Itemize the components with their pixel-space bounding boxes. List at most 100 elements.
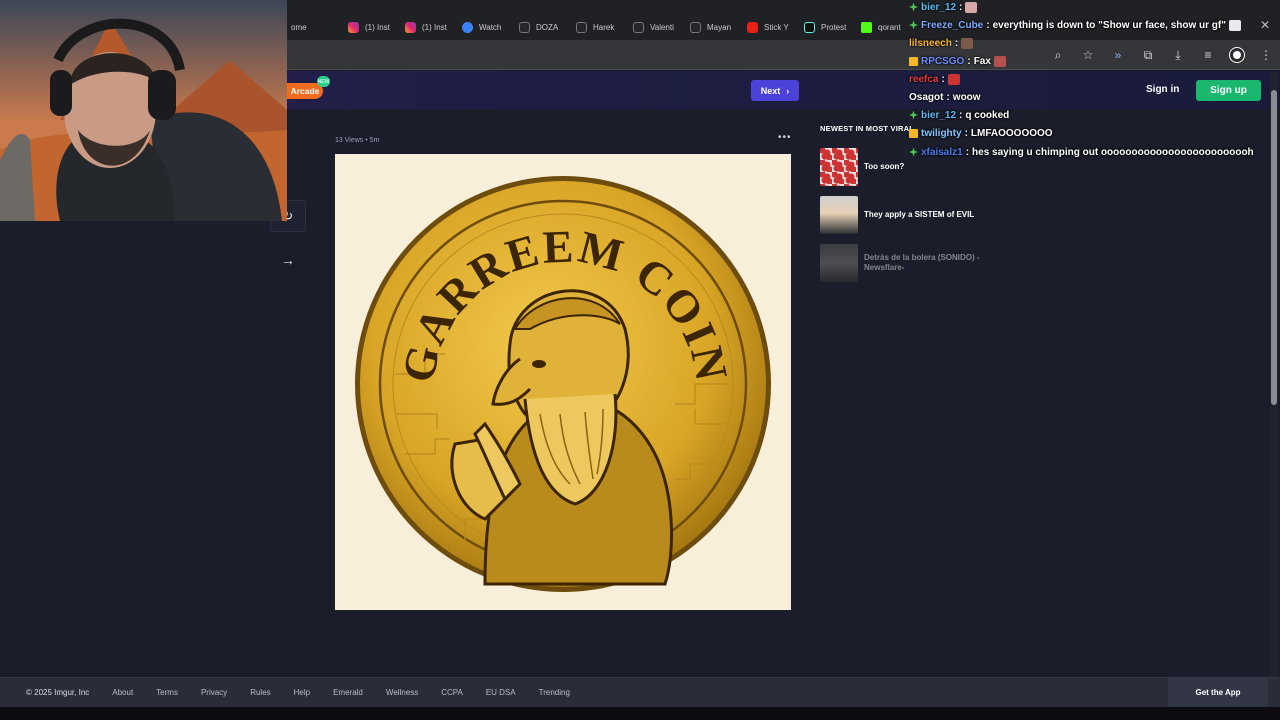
emote-icon (961, 37, 974, 49)
browser-tab[interactable]: Valenti (629, 16, 686, 38)
newest-section-title: NEWEST IN MOST VIRAL (820, 124, 914, 133)
screen: ome (1) Inst (1) Inst Watch DOZA Harek Valenti… (0, 0, 1280, 720)
arcade-button[interactable]: Arcade (287, 83, 323, 99)
browser-tab[interactable]: ome (287, 16, 344, 38)
sparkle-badge-icon (909, 110, 918, 120)
footer-link-emerald[interactable]: Emerald (333, 688, 363, 697)
tiktok-icon (804, 21, 815, 33)
instagram-icon (348, 21, 359, 33)
chat-separator: : (954, 37, 959, 49)
extensions-icon[interactable]: ⧉ (1140, 47, 1156, 63)
thumbnail (820, 196, 858, 234)
browser-tab[interactable]: Protest (800, 16, 857, 38)
chat-message: bier_12: q cooked (909, 108, 1009, 122)
sub-badge-icon (909, 128, 918, 138)
footer-link-ccpa[interactable]: CCPA (441, 688, 463, 697)
chat-username: lilsneech (909, 37, 952, 49)
thumbnail (820, 148, 858, 186)
chat-text: everything is down to "Show ur face, sho… (992, 19, 1226, 31)
arrow-right-icon[interactable]: → (281, 252, 295, 268)
browser-tab[interactable]: DOZA (515, 16, 572, 38)
chat-text: Fax (973, 55, 991, 67)
browser-tab[interactable]: Stick Y (743, 16, 800, 38)
chat-separator: : (965, 146, 970, 158)
tab-label: Harek (593, 22, 615, 32)
tab-label: ome (291, 22, 307, 32)
bookmark-star-icon[interactable]: ☆ (1080, 47, 1096, 63)
footer-copyright: © 2025 Imgur, Inc (26, 688, 90, 697)
chat-separator: : (941, 73, 945, 85)
footer-link-rules[interactable]: Rules (250, 688, 270, 697)
tab-label: Stick Y (764, 22, 789, 32)
footer-link-trending[interactable]: Trending (539, 688, 570, 697)
garreem-coin-illustration: GARREEM COIN (355, 176, 771, 592)
chat-username: bier_12 (921, 109, 957, 121)
tab-label: Valenti (650, 22, 674, 32)
x-icon (633, 21, 644, 33)
viral-item-label: They apply a SISTEM of EVIL (864, 210, 975, 219)
chat-message: lilsneech: (909, 36, 974, 50)
viral-item-sistem[interactable]: They apply a SISTEM of EVIL (820, 195, 1000, 235)
tab-label: Mayan (707, 22, 732, 32)
tab-strip: ome (1) Inst (1) Inst Watch DOZA Harek Valenti… (287, 16, 914, 38)
chat-username: xfaisalz1 (921, 146, 963, 158)
tab-label: qorant (878, 22, 901, 32)
chat-username: bier_12 (921, 1, 957, 13)
menu-kebab-icon[interactable]: ⋮ (1258, 47, 1274, 63)
youtube-icon (747, 21, 758, 33)
chat-username: Freeze_Cube (921, 19, 984, 31)
chat-message: twilighty: LMFAOOOOOOO (909, 126, 1053, 140)
chat-message: xfaisalz1: hes saying u chimping out oooo… (909, 145, 1254, 159)
chat-message: RPCSGO: Fax (909, 54, 1006, 68)
close-window-icon[interactable]: ✕ (1260, 18, 1270, 32)
chat-message: Osagot: woow (909, 90, 981, 104)
streamer-webcam (0, 0, 287, 221)
bottom-edge (0, 707, 1280, 720)
chat-separator: : (986, 19, 990, 31)
toolbar-icons: ⌕ ☆ » ⧉ ⤓ ≡ ⋮ (1050, 47, 1274, 63)
sign-in-link[interactable]: Sign in (1146, 84, 1179, 95)
tab-search-icon[interactable]: ≡ (1200, 47, 1216, 63)
footer-link-about[interactable]: About (112, 688, 133, 697)
more-options-icon[interactable]: ••• (778, 132, 792, 143)
browser-tab[interactable]: (1) Inst (401, 16, 458, 38)
kick-icon (861, 21, 872, 33)
profile-avatar[interactable] (1230, 48, 1244, 62)
emote-icon (993, 55, 1006, 67)
site-footer: © 2025 Imgur, Inc About Terms Privacy Rules… (0, 677, 1280, 707)
next-post-button[interactable]: Next › (751, 80, 799, 101)
footer-link-privacy[interactable]: Privacy (201, 688, 227, 697)
sparkle-badge-icon (909, 147, 918, 157)
tab-label: Watch (479, 22, 502, 32)
search-icon[interactable]: ⌕ (1050, 47, 1066, 63)
footer-link-help[interactable]: Help (294, 688, 310, 697)
footer-link-terms[interactable]: Terms (156, 688, 178, 697)
browser-tab[interactable]: (1) Inst (344, 16, 401, 38)
browser-tab[interactable]: Mayan (686, 16, 743, 38)
post-image[interactable]: GARREEM COIN (335, 154, 791, 610)
viral-item-label: Too soon? (864, 162, 905, 171)
chat-text: q cooked (965, 109, 1010, 121)
sparkle-badge-icon (909, 2, 918, 12)
media-control-icon[interactable]: » (1110, 47, 1126, 63)
browser-tab[interactable]: Watch (458, 16, 515, 38)
chat-separator: : (959, 1, 963, 13)
browser-tab[interactable]: qorant (857, 16, 914, 38)
sign-up-button[interactable]: Sign up (1196, 80, 1261, 101)
chat-username: Osagot (909, 91, 944, 103)
instagram-icon (405, 21, 416, 33)
download-icon[interactable]: ⤓ (1170, 47, 1186, 63)
tab-label: DOZA (536, 22, 559, 32)
viral-item-bolera[interactable]: Detrás de la bolera (SONIDO) - Newsflare… (820, 243, 1000, 283)
get-app-button[interactable]: Get the App (1168, 677, 1268, 707)
footer-link-eu-dsa[interactable]: EU DSA (486, 688, 516, 697)
footer-link-wellness[interactable]: Wellness (386, 688, 418, 697)
scrollbar-thumb[interactable] (1271, 90, 1277, 405)
chat-username: RPCSGO (921, 55, 965, 67)
chat-separator: : (946, 91, 950, 103)
thumbnail (820, 244, 858, 282)
watch-icon (462, 21, 473, 33)
post-meta: 13 Views • 5m (335, 137, 380, 144)
chat-text: hes saying u chimping out oooooooooooooo… (972, 146, 1254, 158)
browser-tab[interactable]: Harek (572, 16, 629, 38)
